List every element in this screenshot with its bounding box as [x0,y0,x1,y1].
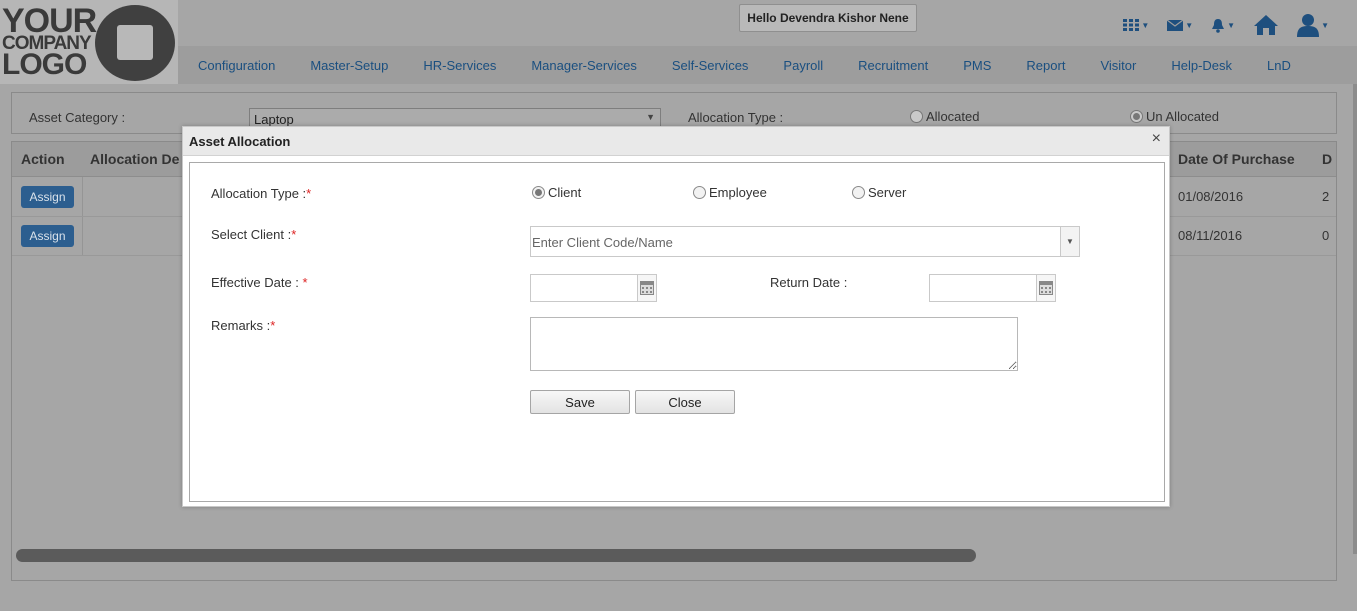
effective-date-label: Effective Date : * [211,275,308,290]
radio-unallocated-label: Un Allocated [1146,109,1219,124]
user-icon [1297,14,1320,37]
column-header-allocation-de[interactable]: Allocation De [90,151,179,167]
column-header-date-of-purchase[interactable]: Date Of Purchase [1178,151,1295,167]
close-button[interactable]: Close [635,390,735,414]
next-column-cell: 2 [1322,189,1330,204]
allocation-type-label: Allocation Type : [688,110,784,125]
required-asterisk: * [291,227,297,242]
radio-unallocated[interactable]: Un Allocated [1130,109,1219,124]
nav-payroll[interactable]: Payroll [783,58,823,73]
nav-pms[interactable]: PMS [963,58,991,73]
chevron-down-icon: ▼ [646,112,655,122]
user-greeting: Hello Devendra Kishor Nene [739,4,917,32]
remarks-textarea[interactable] [530,317,1018,371]
required-asterisk: * [302,275,308,290]
asset-allocation-dialog: Asset Allocation × Allocation Type :* Cl… [182,126,1170,507]
radio-circle-selected [1130,110,1143,123]
radio-employee-label: Employee [709,185,767,200]
chevron-down-icon: ▼ [1321,20,1329,30]
calendar-icon[interactable] [1036,275,1055,301]
main-nav: Configuration Master-Setup HR-Services M… [178,46,1357,84]
dialog-body: Allocation Type :* Client Employee Serve… [189,162,1165,502]
vertical-scrollbar[interactable] [1353,84,1357,554]
logo-text-line3: LOGO [2,48,87,81]
assign-button[interactable]: Assign [21,225,74,247]
radio-circle [693,186,706,199]
radio-client[interactable]: Client [532,185,581,200]
dialog-header: Asset Allocation × [183,127,1169,156]
nav-self-services[interactable]: Self-Services [672,58,749,73]
nav-visitor[interactable]: Visitor [1100,58,1136,73]
logo-mark [95,5,175,81]
radio-client-label: Client [548,185,582,200]
asset-category-label: Asset Category : [29,110,126,125]
radio-server-label: Server [868,185,907,200]
nav-hr-services[interactable]: HR-Services [423,58,496,73]
remarks-label: Remarks :* [211,318,276,333]
next-column-cell: 0 [1322,228,1330,243]
nav-lnd[interactable]: LnD [1267,58,1291,73]
radio-allocated-label: Allocated [926,109,980,124]
date-of-purchase-cell: 01/08/2016 [1178,189,1244,204]
bell-icon [1212,18,1225,33]
radio-circle [910,110,923,123]
dialog-title: Asset Allocation [189,134,291,149]
column-header-action[interactable]: Action [21,151,65,167]
chevron-down-icon: ▼ [1141,20,1150,30]
home-icon [1254,15,1279,35]
client-search-combobox[interactable]: Enter Client Code/Name ▼ [530,226,1080,257]
column-header-d[interactable]: D [1322,151,1332,167]
radio-circle-selected [532,186,545,199]
date-of-purchase-cell: 08/11/2016 [1178,228,1243,243]
radio-employee[interactable]: Employee [693,185,767,200]
asset-category-value: Laptop [254,112,294,127]
select-client-label: Select Client :* [211,227,297,242]
nav-report[interactable]: Report [1026,58,1065,73]
horizontal-scrollbar[interactable] [16,549,976,562]
save-button[interactable]: Save [530,390,630,414]
grid-icon [1123,19,1140,31]
mail-menu[interactable]: ▼ [1167,19,1194,31]
assign-button[interactable]: Assign [21,186,74,208]
close-icon[interactable]: × [1152,131,1161,147]
required-asterisk: * [306,186,312,201]
allocation-type-field-label: Allocation Type :* [211,186,312,201]
required-asterisk: * [270,318,276,333]
effective-date-field[interactable] [530,274,657,302]
notifications-menu[interactable]: ▼ [1211,18,1235,33]
chevron-down-icon[interactable]: ▼ [1060,227,1079,256]
calendar-icon[interactable] [637,275,656,301]
return-date-field[interactable] [929,274,1056,302]
nav-recruitment[interactable]: Recruitment [858,58,928,73]
radio-circle [852,186,865,199]
nav-master-setup[interactable]: Master-Setup [310,58,388,73]
radio-allocated[interactable]: Allocated [910,109,979,124]
nav-configuration[interactable]: Configuration [198,58,275,73]
header-icon-bar: ▼ ▼ ▼ ▼ [1123,10,1329,40]
chevron-down-icon: ▼ [1227,20,1236,30]
user-menu[interactable]: ▼ [1297,13,1329,37]
mail-icon [1167,19,1184,31]
client-search-placeholder: Enter Client Code/Name [532,235,673,250]
nav-manager-services[interactable]: Manager-Services [531,58,637,73]
home-link[interactable] [1253,14,1279,36]
return-date-label: Return Date : [770,275,848,290]
nav-help-desk[interactable]: Help-Desk [1171,58,1232,73]
apps-menu[interactable]: ▼ [1123,19,1149,31]
radio-server[interactable]: Server [852,185,906,200]
company-logo: YOUR COMPANY LOGO [0,0,178,84]
chevron-down-icon: ▼ [1185,20,1194,30]
